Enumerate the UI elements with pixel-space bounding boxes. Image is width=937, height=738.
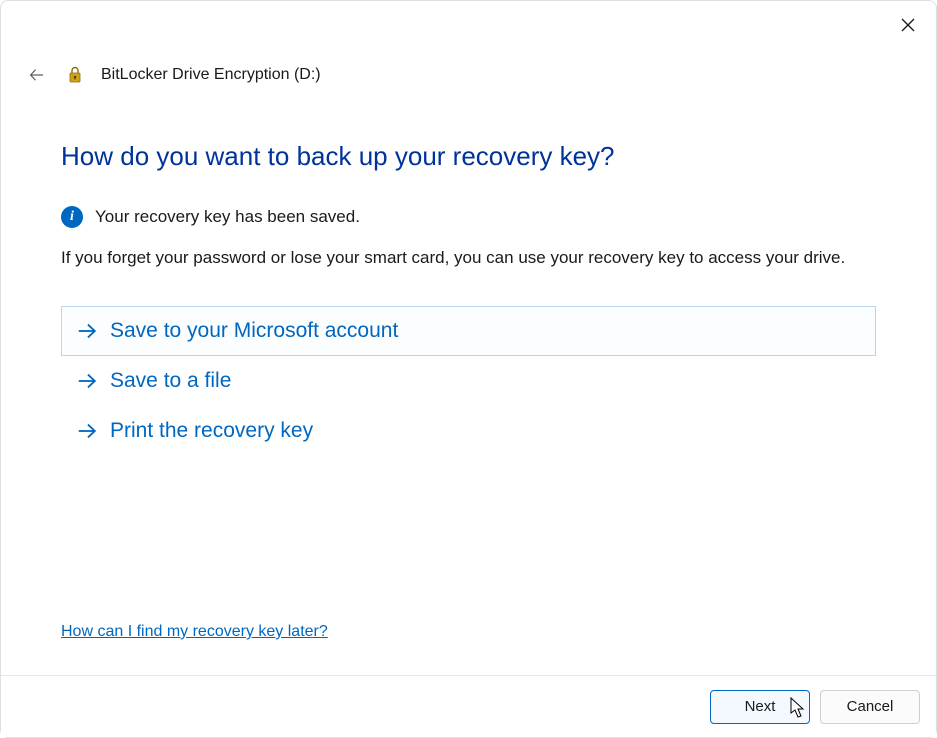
info-row: i Your recovery key has been saved. [61, 206, 876, 228]
content-area: How do you want to back up your recovery… [1, 93, 936, 466]
arrow-right-icon [76, 420, 98, 442]
option-label: Print the recovery key [110, 419, 313, 443]
page-heading: How do you want to back up your recovery… [61, 141, 876, 172]
close-icon [901, 18, 915, 32]
back-button[interactable] [25, 63, 49, 87]
arrow-right-icon [76, 320, 98, 342]
cancel-button[interactable]: Cancel [820, 690, 920, 724]
header-row: BitLocker Drive Encryption (D:) [1, 49, 936, 93]
option-print-recovery-key[interactable]: Print the recovery key [61, 406, 876, 456]
next-button[interactable]: Next [710, 690, 810, 724]
info-text: Your recovery key has been saved. [95, 207, 360, 227]
option-save-to-file[interactable]: Save to a file [61, 356, 876, 406]
bitlocker-icon [65, 65, 85, 85]
info-icon: i [61, 206, 83, 228]
footer: Next Cancel [1, 675, 936, 737]
back-arrow-icon [28, 66, 46, 84]
close-button[interactable] [896, 13, 920, 37]
option-label: Save to a file [110, 369, 231, 393]
option-label: Save to your Microsoft account [110, 319, 398, 343]
description-text: If you forget your password or lose your… [61, 246, 876, 270]
option-save-microsoft-account[interactable]: Save to your Microsoft account [61, 306, 876, 356]
app-title: BitLocker Drive Encryption (D:) [101, 66, 321, 84]
help-link[interactable]: How can I find my recovery key later? [61, 623, 328, 641]
titlebar [1, 1, 936, 49]
arrow-right-icon [76, 370, 98, 392]
options-list: Save to your Microsoft account Save to a… [61, 306, 876, 456]
